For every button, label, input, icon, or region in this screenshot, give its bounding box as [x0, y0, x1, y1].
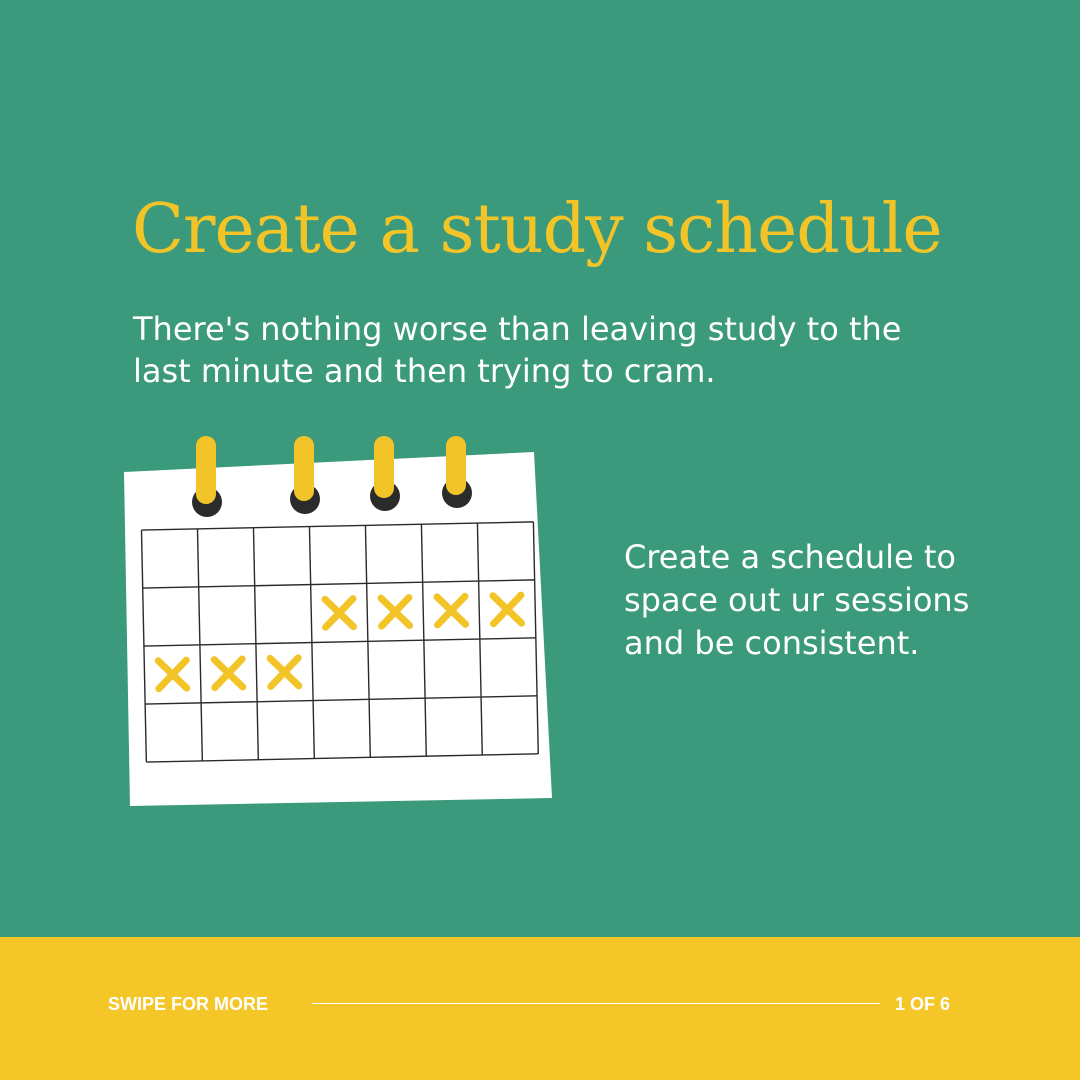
slide-body-text: Create a schedule to space out ur sessio…: [624, 538, 970, 662]
calendar-icon: [124, 436, 552, 806]
calendar-page: [124, 452, 552, 806]
slide-subtitle: There's nothing worse than leaving study…: [133, 310, 902, 390]
slide-title: Create a study schedule: [132, 190, 943, 269]
swipe-for-more-label: SWIPE FOR MORE: [108, 994, 269, 1014]
footer-divider: [312, 1003, 880, 1004]
page-indicator: 1 OF 6: [895, 994, 951, 1014]
